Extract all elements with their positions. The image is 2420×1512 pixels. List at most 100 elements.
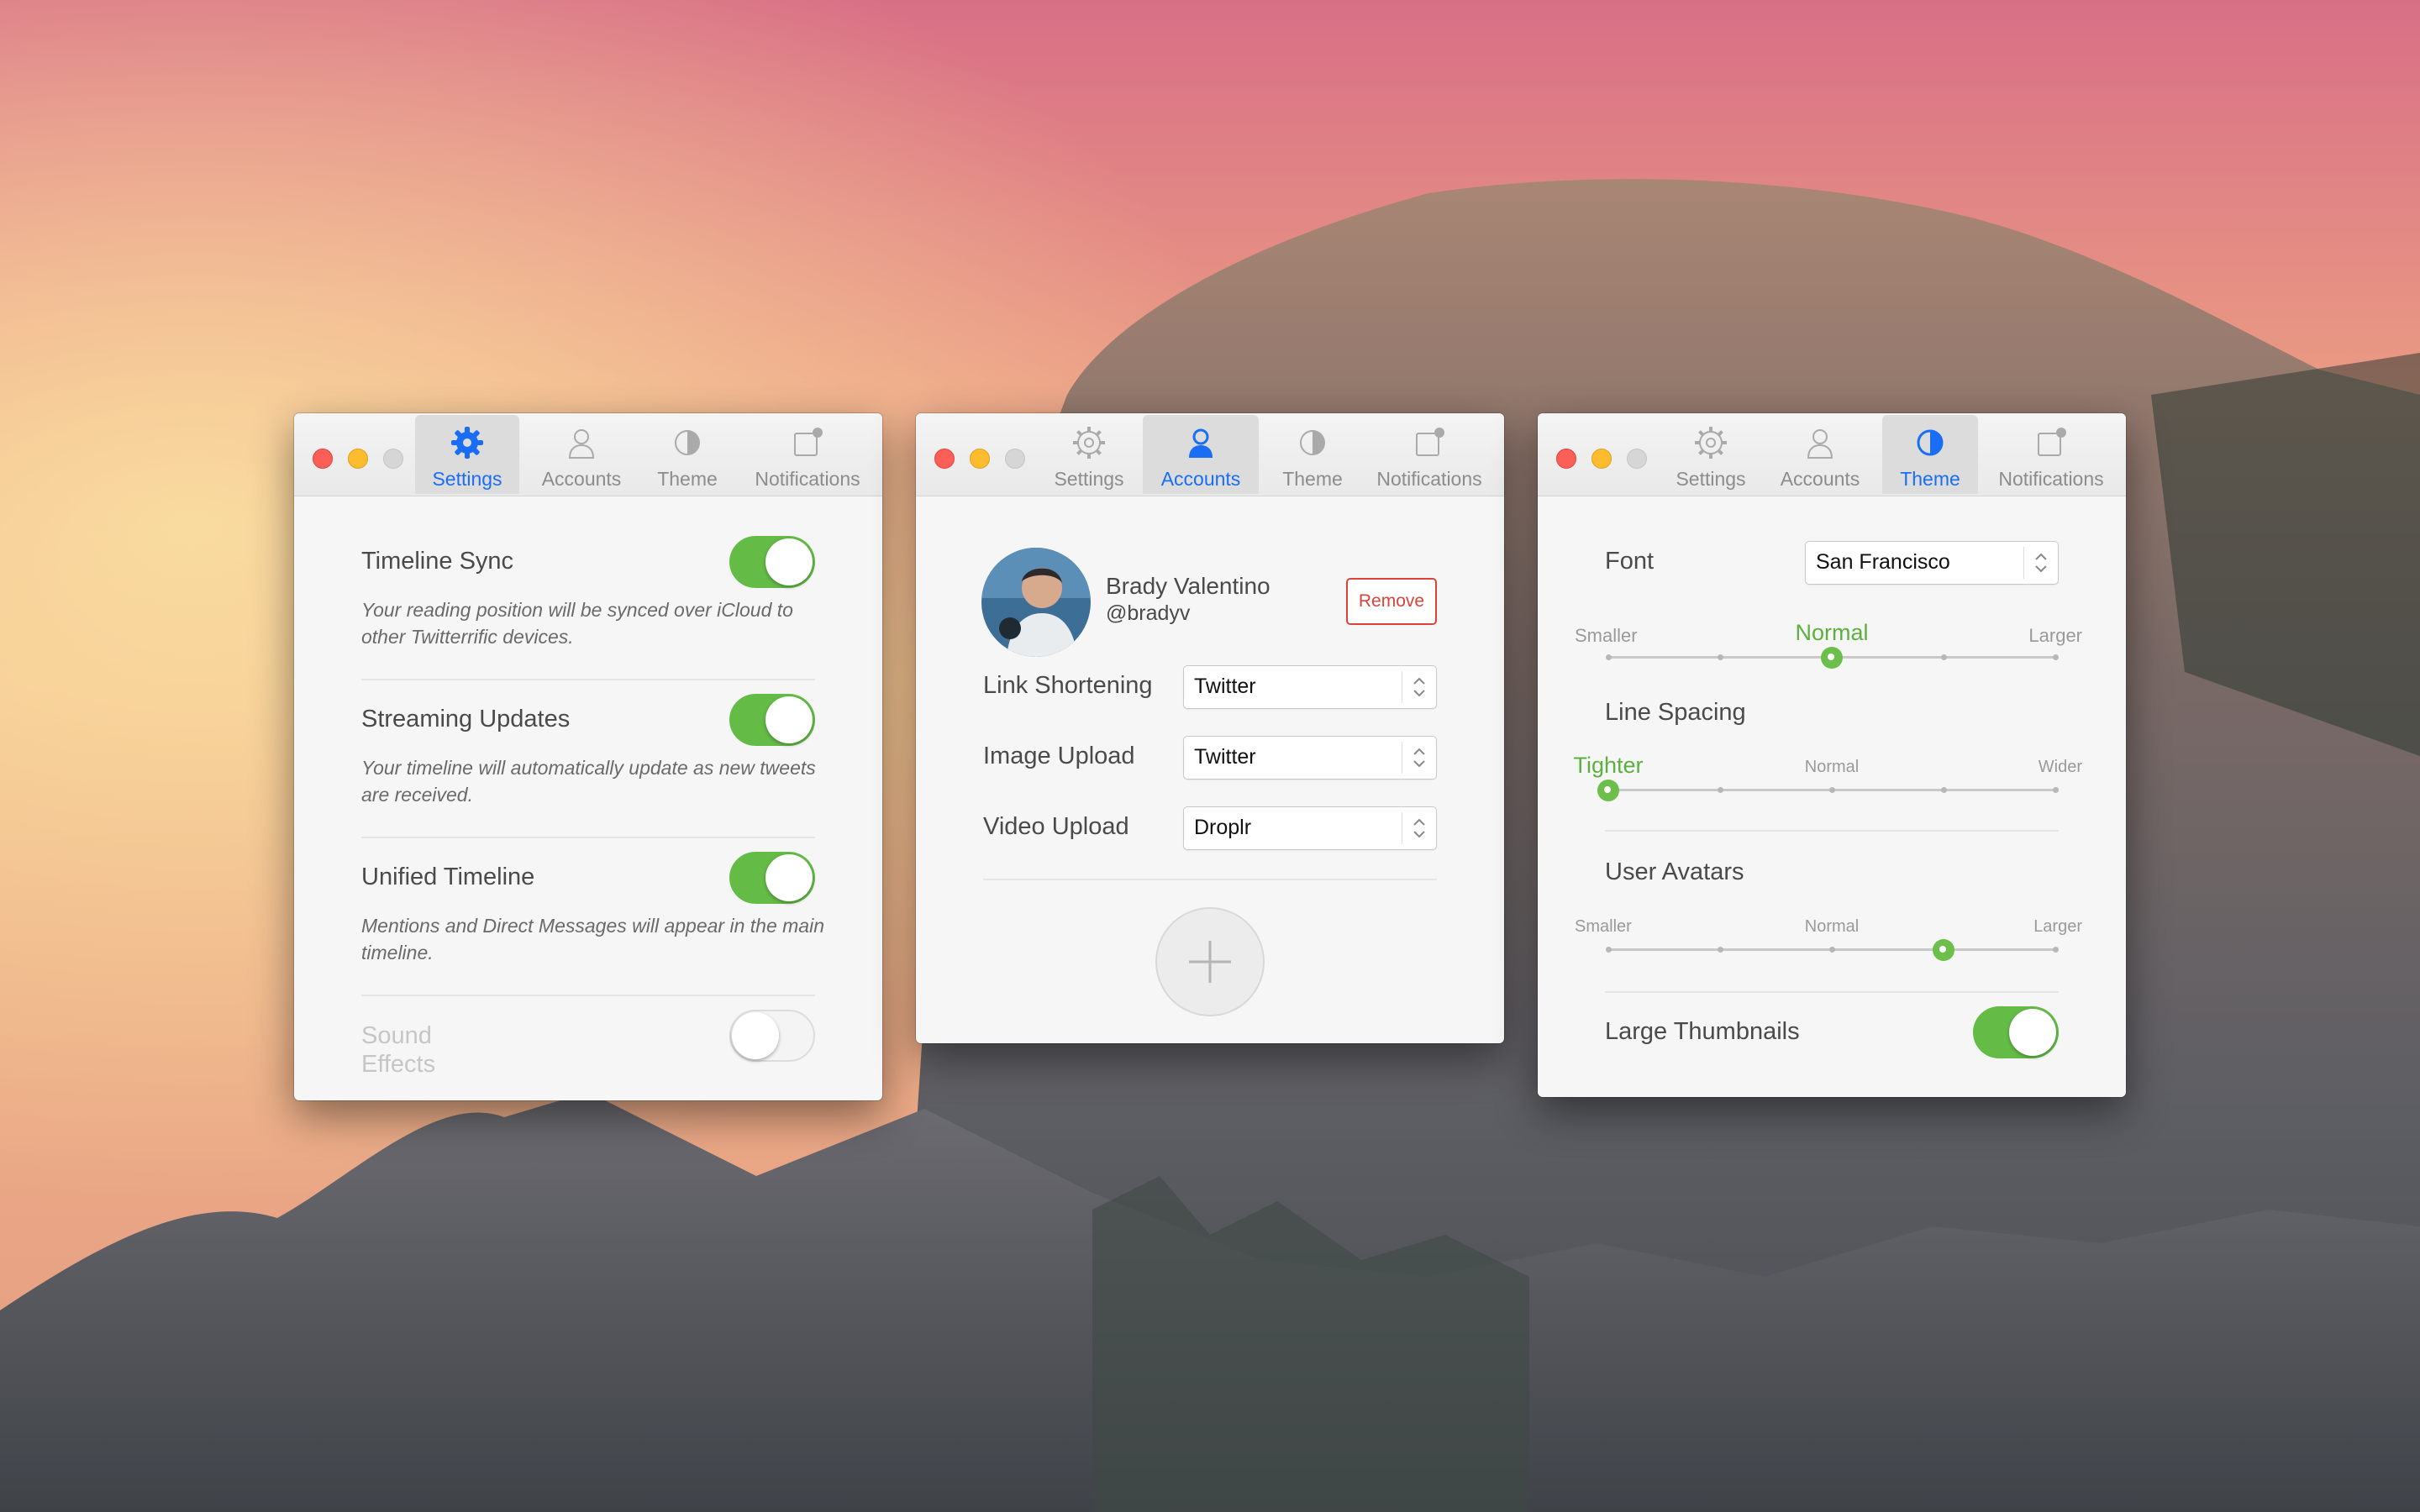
- slider-knob[interactable]: [1933, 939, 1954, 961]
- tab-label: Settings: [1676, 468, 1746, 490]
- notification-icon: [2038, 428, 2066, 456]
- large-thumbnails-toggle[interactable]: [1973, 1006, 2059, 1058]
- timeline-sync-label: Timeline Sync: [361, 548, 514, 575]
- tab-accounts[interactable]: Accounts: [1143, 415, 1259, 494]
- person-icon: [568, 429, 595, 459]
- remove-button[interactable]: Remove: [1346, 578, 1437, 625]
- select-value: Twitter: [1194, 745, 1256, 769]
- tab-notifications[interactable]: Notifications: [744, 415, 871, 494]
- slider-tick: [2052, 654, 2059, 660]
- divider: [983, 879, 1437, 880]
- slider-label-right: Larger: [2033, 917, 2082, 936]
- tab-label: Notifications: [1376, 468, 1482, 490]
- tab-label: Accounts: [541, 468, 622, 490]
- slider-tick: [2052, 947, 2059, 953]
- slider-tick: [1828, 787, 1835, 793]
- toolbar: Settings Accounts Theme Notifications: [916, 413, 1504, 496]
- stepper-arrows-icon: [1413, 748, 1425, 768]
- tab-label: Accounts: [1780, 468, 1860, 490]
- slider-tick: [2052, 787, 2059, 793]
- stepper-arrows-icon: [1413, 818, 1425, 838]
- stepper-arrows-icon: [1413, 677, 1425, 697]
- unified-timeline-toggle[interactable]: [729, 852, 815, 904]
- sound-effects-label: Sound Effects: [361, 1022, 436, 1078]
- tab-label: Accounts: [1160, 468, 1241, 490]
- video-upload-label: Video Upload: [983, 813, 1129, 840]
- window-controls: [934, 449, 1025, 469]
- person-icon: [1189, 428, 1213, 458]
- divider: [1605, 991, 2059, 993]
- tab-label: Notifications: [1998, 468, 2104, 490]
- streaming-updates-toggle[interactable]: [729, 694, 815, 746]
- tab-settings[interactable]: Settings: [1037, 415, 1141, 494]
- slider-tick: [1940, 787, 1947, 793]
- slider-knob[interactable]: [1821, 647, 1843, 669]
- close-button[interactable]: [934, 449, 955, 469]
- slider-label-left: Smaller: [1575, 625, 1638, 646]
- slider-label-left: Smaller: [1575, 917, 1632, 936]
- tab-settings[interactable]: Settings: [415, 415, 519, 494]
- slider-tick: [1605, 654, 1612, 660]
- tab-accounts[interactable]: Accounts: [1768, 415, 1872, 494]
- plus-icon: [1189, 941, 1231, 983]
- link-shortening-select[interactable]: Twitter: [1183, 665, 1437, 709]
- slider-label-middle: Normal: [1804, 917, 1860, 936]
- gear-icon: [1073, 427, 1105, 459]
- slider-label-left: Tighter: [1573, 753, 1644, 778]
- streaming-updates-description: Your timeline will automatically update …: [361, 757, 816, 806]
- half-circle-icon: [1917, 429, 1944, 456]
- large-thumbnails-label: Large Thumbnails: [1605, 1018, 1800, 1045]
- select-value: Droplr: [1194, 816, 1252, 839]
- slider-label-right: Larger: [2028, 625, 2082, 646]
- select-value: Twitter: [1194, 675, 1256, 698]
- minimize-button[interactable]: [1591, 449, 1612, 469]
- video-upload-select[interactable]: Droplr: [1183, 806, 1437, 850]
- tab-label: Notifications: [755, 468, 860, 490]
- account-name: Brady Valentino: [1106, 573, 1270, 599]
- image-upload-select[interactable]: Twitter: [1183, 736, 1437, 780]
- divider: [1605, 830, 2059, 832]
- minimize-button[interactable]: [970, 449, 990, 469]
- font-select[interactable]: San Francisco: [1805, 541, 2059, 585]
- window-controls: [1556, 449, 1647, 469]
- zoom-button[interactable]: [383, 449, 403, 469]
- tab-settings[interactable]: Settings: [1659, 415, 1763, 494]
- tab-notifications[interactable]: Notifications: [1366, 415, 1492, 494]
- user-avatars-label: User Avatars: [1605, 858, 1744, 885]
- half-circle-icon: [1300, 430, 1325, 455]
- tab-accounts[interactable]: Accounts: [529, 415, 634, 494]
- gear-icon: [1695, 427, 1727, 459]
- half-circle-icon: [675, 430, 700, 455]
- settings-window: Settings Accounts Theme Notifications Ti…: [294, 413, 882, 1100]
- accounts-window: Settings Accounts Theme Notifications Br…: [916, 413, 1504, 1043]
- unified-timeline-label: Unified Timeline: [361, 864, 535, 890]
- timeline-sync-toggle[interactable]: [729, 536, 815, 588]
- tab-label: Theme: [1900, 468, 1960, 490]
- zoom-button[interactable]: [1627, 449, 1647, 469]
- tab-notifications[interactable]: Notifications: [1988, 415, 2114, 494]
- image-upload-label: Image Upload: [983, 743, 1135, 769]
- tab-theme[interactable]: Theme: [1882, 415, 1978, 494]
- tab-label: Settings: [432, 468, 502, 490]
- tab-label: Theme: [657, 468, 718, 490]
- add-account-button[interactable]: [1155, 907, 1265, 1016]
- unified-timeline-description: Mentions and Direct Messages will appear…: [361, 915, 824, 963]
- zoom-button[interactable]: [1005, 449, 1025, 469]
- gear-icon: [451, 427, 483, 459]
- minimize-button[interactable]: [348, 449, 368, 469]
- slider-knob[interactable]: [1597, 780, 1619, 801]
- stepper-arrows-icon: [2035, 553, 2047, 573]
- slider-tick: [1940, 654, 1947, 660]
- divider: [361, 995, 815, 996]
- slider-label-middle: Normal: [1804, 758, 1860, 776]
- slider-label-right: Wider: [2038, 758, 2082, 776]
- sound-effects-toggle[interactable]: [729, 1010, 815, 1062]
- tab-theme[interactable]: Theme: [639, 415, 736, 494]
- theme-window: Settings Accounts Theme Notifications Fo…: [1538, 413, 2126, 1097]
- close-button[interactable]: [1556, 449, 1576, 469]
- person-icon: [1807, 429, 1833, 459]
- line-spacing-label: Line Spacing: [1605, 699, 1746, 726]
- tab-theme[interactable]: Theme: [1264, 415, 1361, 494]
- user-photo: [981, 548, 1091, 657]
- close-button[interactable]: [313, 449, 333, 469]
